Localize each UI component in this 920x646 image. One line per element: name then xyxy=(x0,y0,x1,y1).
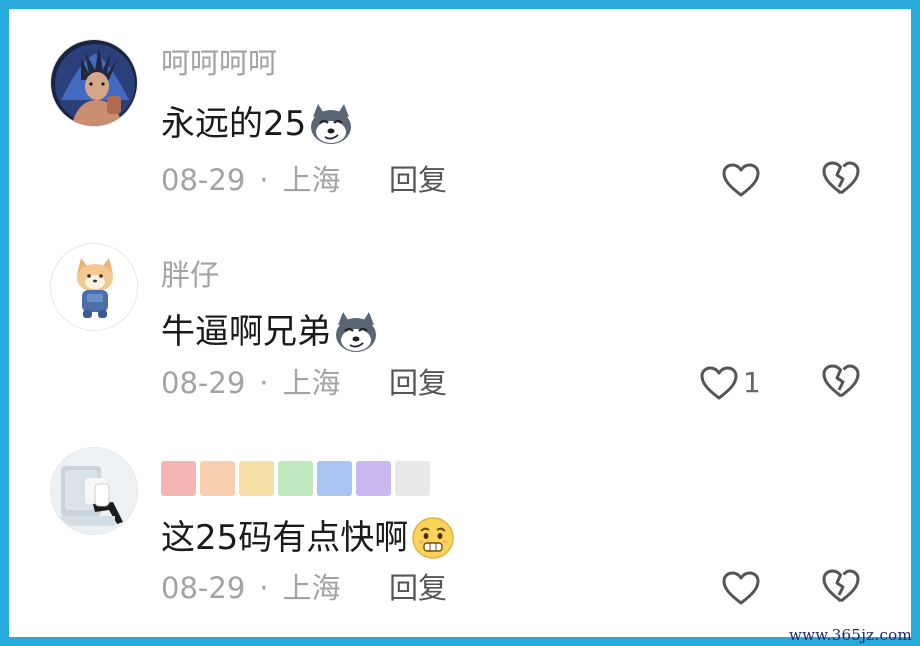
comment-item: 这25码有点快啊 08-29 · 上海 回复 xyxy=(9,417,911,617)
username-swatches[interactable] xyxy=(161,461,430,496)
avatar[interactable] xyxy=(50,39,138,127)
username[interactable]: 胖仔 xyxy=(161,257,219,293)
comment-item: 呵呵呵呵 永远的25 08-29 · 上海 回复 xyxy=(9,9,911,209)
comment-location: 上海 xyxy=(282,571,341,605)
worried-face-icon xyxy=(410,515,456,561)
comment-date: 08-29 xyxy=(161,163,246,197)
dislike-button[interactable] xyxy=(821,363,861,403)
comment-location: 上海 xyxy=(282,366,341,400)
broken-heart-icon xyxy=(821,160,861,196)
comment-item: 胖仔 牛逼啊兄弟 08-29 · 上海 回复 1 xyxy=(9,213,911,413)
comment-location: 上海 xyxy=(282,163,341,197)
meta-separator: · xyxy=(259,571,269,605)
reply-button[interactable]: 回复 xyxy=(389,162,447,198)
username[interactable]: 呵呵呵呵 xyxy=(161,45,277,81)
comment-meta: 08-29 · 上海 xyxy=(161,365,341,401)
like-button[interactable] xyxy=(721,160,765,200)
husky-emoji-icon xyxy=(308,101,354,147)
broken-heart-icon xyxy=(821,363,861,399)
heart-icon xyxy=(721,570,761,606)
comment-text: 这25码有点快啊 xyxy=(161,515,456,561)
username-swatch xyxy=(161,461,196,496)
comment-text: 牛逼啊兄弟 xyxy=(161,309,379,355)
avatar-photo-icon xyxy=(51,448,137,534)
reply-button[interactable]: 回复 xyxy=(389,570,447,606)
dislike-button[interactable] xyxy=(821,568,861,608)
avatar-anime-icon xyxy=(51,40,137,126)
broken-heart-icon xyxy=(821,568,861,604)
heart-icon xyxy=(721,162,761,198)
comment-list: 呵呵呵呵 永远的25 08-29 · 上海 回复 胖仔 牛逼啊兄弟 08-29 … xyxy=(9,9,911,637)
reply-button[interactable]: 回复 xyxy=(389,365,447,401)
meta-separator: · xyxy=(259,366,269,400)
avatar[interactable] xyxy=(50,243,138,331)
username-swatch xyxy=(200,461,235,496)
like-button[interactable]: 1 xyxy=(699,363,761,403)
like-button[interactable] xyxy=(721,568,765,608)
heart-icon xyxy=(699,365,739,401)
comment-meta: 08-29 · 上海 xyxy=(161,570,341,606)
username-swatch xyxy=(239,461,274,496)
username-swatch xyxy=(356,461,391,496)
username-swatch xyxy=(317,461,352,496)
dislike-button[interactable] xyxy=(821,160,861,200)
username-swatch xyxy=(278,461,313,496)
comment-meta: 08-29 · 上海 xyxy=(161,162,341,198)
avatar-shiba-icon xyxy=(51,244,137,330)
comment-date: 08-29 xyxy=(161,571,246,605)
avatar[interactable] xyxy=(50,447,138,535)
comment-text: 永远的25 xyxy=(161,101,354,147)
like-count: 1 xyxy=(743,366,761,399)
username-swatch xyxy=(395,461,430,496)
comment-date: 08-29 xyxy=(161,366,246,400)
husky-emoji-icon xyxy=(333,309,379,355)
watermark: www.365jz.com xyxy=(788,626,912,644)
meta-separator: · xyxy=(259,163,269,197)
